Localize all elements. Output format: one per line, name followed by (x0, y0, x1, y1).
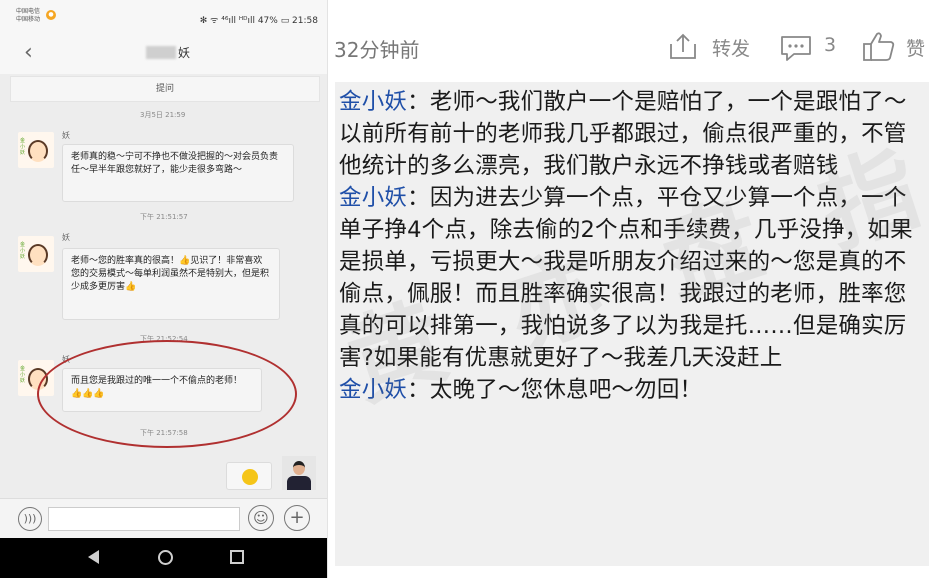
voice-icon[interactable]: ))) (18, 507, 42, 531)
sender-name: 妖 (62, 233, 70, 242)
recent-apps-icon[interactable] (230, 550, 244, 564)
reply-bubble (226, 462, 272, 490)
chat-input-bar: ))) ☺ + (0, 498, 327, 538)
message-timestamp: 下午 21:57:58 (140, 429, 188, 437)
avatar: 金小妖 (18, 236, 54, 272)
message-timestamp: 3月5日 21:59 (140, 111, 186, 119)
carrier-label: 中国电信 中国移动 (16, 8, 41, 23)
speaker-name[interactable]: 金小妖 (339, 89, 407, 115)
contact-name-redacted (146, 46, 176, 59)
home-circle-icon[interactable] (158, 550, 173, 565)
emoji-icon[interactable]: ☺ (248, 505, 274, 531)
paragraph-text: 太晚了～您休息吧～勿回！ (429, 377, 703, 403)
share-icon[interactable] (668, 32, 698, 60)
share-label[interactable]: 转发 (712, 34, 750, 61)
plus-icon[interactable]: + (284, 505, 310, 531)
post-paragraph: 金小妖：老师～我们散户一个是赔怕了，一个是跟怕了～以前所有前十的老师我几乎都跟过… (339, 89, 907, 179)
speaker-name[interactable]: 金小妖 (339, 377, 407, 403)
question-bar[interactable]: 提问 (10, 76, 320, 102)
phone-screenshot: 中国电信 中国移动 ● ✻ ᯤ ⁴⁶ıll ᴴᴰıll 47% ▭ 21:58 … (0, 0, 328, 578)
post-paragraph: 金小妖：太晚了～您休息吧～勿回！ (339, 377, 703, 403)
avatar: 金小妖 (18, 132, 54, 168)
message-bubble: 老师真的稳～宁可不挣也不做没把握的～对会员负责任～早半年跟您就好了，能少走很多弯… (62, 144, 294, 202)
status-indicators: ✻ ᯤ ⁴⁶ıll ᴴᴰıll 47% ▭ 21:58 (199, 16, 318, 26)
system-nav-bar (0, 538, 327, 578)
chevron-left-icon[interactable]: ‹ (24, 42, 33, 64)
like-label[interactable]: 赞 (906, 34, 925, 61)
post-time: 32分钟前 (334, 38, 420, 62)
status-bar: 中国电信 中国移动 ● ✻ ᯤ ⁴⁶ıll ᴴᴰıll 47% ▭ 21:58 (0, 0, 327, 34)
message-input[interactable] (48, 507, 240, 531)
my-avatar (282, 456, 316, 490)
contact-name: 妖 (178, 46, 191, 60)
notification-icon: ● (46, 10, 56, 20)
speaker-name[interactable]: 金小妖 (339, 185, 407, 211)
message-bubble: 老师～您的胜率真的很高！👍见识了！非常喜欢您的交易模式～每单利润虽然不是特别大，… (62, 248, 280, 320)
comment-icon[interactable] (780, 34, 812, 62)
sender-name: 妖 (62, 131, 70, 140)
comment-count[interactable]: 3 (824, 34, 836, 56)
smiley-emoji-icon (242, 469, 258, 485)
chat-nav-bar: ‹ 妖 (0, 34, 327, 74)
post-paragraph: 金小妖：因为进去少算一个点，平仓又少算一个点，一个单子挣4个点，除去偷的2个点和… (339, 185, 913, 371)
back-triangle-icon[interactable] (88, 550, 99, 564)
paragraph-text: 因为进去少算一个点，平仓又少算一个点，一个单子挣4个点，除去偷的2个点和手续费，… (339, 185, 913, 371)
thumbs-up-icon[interactable] (862, 30, 896, 62)
post-body: 金小妖：老师～我们散户一个是赔怕了，一个是跟怕了～以前所有前十的老师我几乎都跟过… (335, 82, 929, 566)
post-header: 32分钟前 转发 3 赞 (330, 0, 941, 80)
message-timestamp: 下午 21:51:57 (140, 213, 188, 221)
